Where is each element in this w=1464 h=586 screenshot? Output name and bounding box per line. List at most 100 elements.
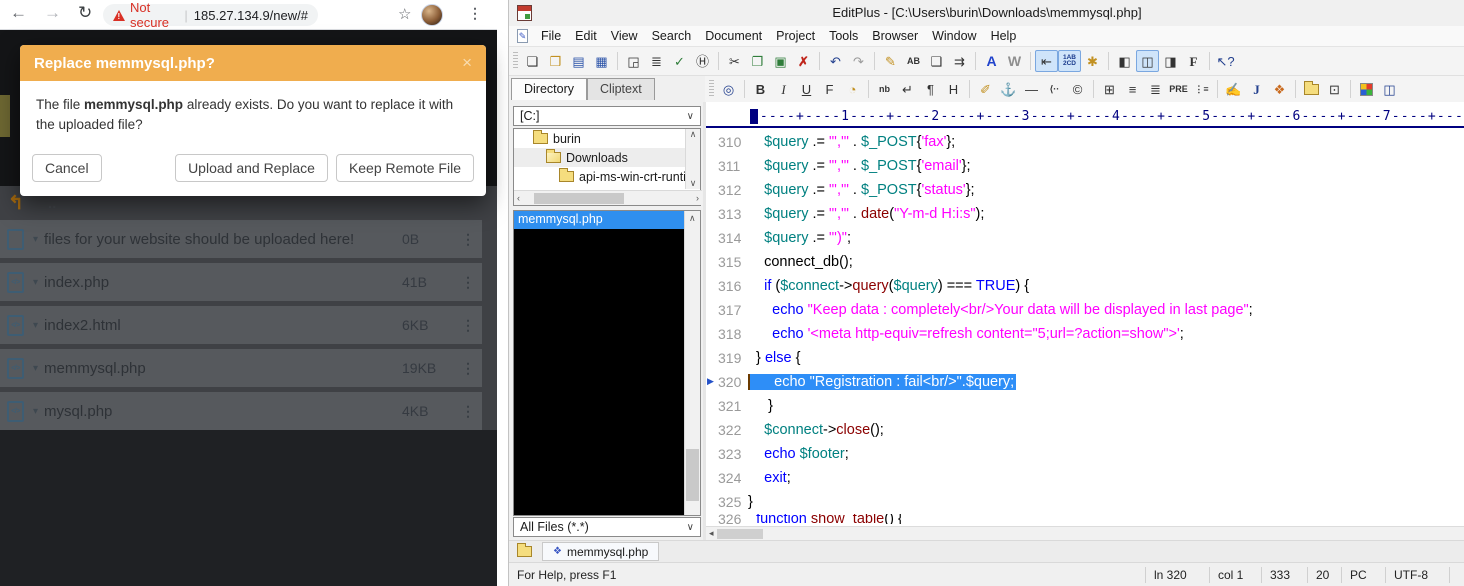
code-line-323[interactable]: 323 echo $footer;: [706, 442, 1464, 466]
kebab-menu-icon[interactable]: ⋮: [454, 274, 482, 291]
document-tab[interactable]: ❖ memmysql.php: [542, 542, 659, 561]
indent-button[interactable]: ⇉: [948, 50, 971, 72]
menu-view[interactable]: View: [604, 29, 645, 43]
special-character-button[interactable]: ©: [1066, 78, 1089, 100]
undo-button[interactable]: ↶: [824, 50, 847, 72]
tree-item-downloads[interactable]: Downloads: [514, 148, 700, 167]
table-button[interactable]: ⊞: [1098, 78, 1121, 100]
spell-check-button[interactable]: ✓: [668, 50, 691, 72]
keep-remote-file-button[interactable]: Keep Remote File: [336, 154, 474, 182]
copy-button[interactable]: ❐: [746, 50, 769, 72]
horizontal-rule-button[interactable]: —: [1020, 78, 1043, 100]
scrollbar-thumb[interactable]: [686, 449, 699, 501]
preformatted-button[interactable]: PRE: [1167, 78, 1190, 100]
code-line-318[interactable]: 318 echo '<meta http-equiv=refresh conte…: [706, 322, 1464, 346]
folder-shortcut-button[interactable]: [1300, 78, 1323, 100]
dialog-close-icon[interactable]: ×: [462, 53, 472, 73]
browser-colors-button[interactable]: [1355, 78, 1378, 100]
file-row[interactable]: </>▾index2.html6KB⋮: [0, 306, 482, 344]
code-line-316[interactable]: 316 if ($connect->query($query) === TRUE…: [706, 274, 1464, 298]
redo-button[interactable]: ↷: [847, 50, 870, 72]
caret-down-icon[interactable]: ▾: [33, 234, 38, 245]
heading-button[interactable]: H: [942, 78, 965, 100]
code-line-311[interactable]: 311 $query .= "','" . $_POST{'email'};: [706, 154, 1464, 178]
full-screen-view-button[interactable]: ◧: [1113, 50, 1136, 72]
tree-item-burin[interactable]: burin: [514, 129, 700, 148]
code-line-314[interactable]: 314 $query .= "')";: [706, 226, 1464, 250]
cut-button[interactable]: ✂: [723, 50, 746, 72]
code-area[interactable]: 310 $query .= "','" . $_POST{'fax'};311 …: [706, 130, 1464, 524]
profile-avatar[interactable]: [421, 4, 443, 26]
bookmark-star-icon[interactable]: ☆: [398, 5, 411, 23]
address-bar[interactable]: ! Not secure | 185.27.134.9/new/#: [103, 4, 318, 26]
browser-preview-button[interactable]: ◎: [717, 78, 740, 100]
chrome-menu-icon[interactable]: ⋮: [468, 5, 482, 22]
tag-button[interactable]: ⟨··: [1043, 78, 1066, 100]
tree-vertical-scrollbar[interactable]: ∧∨: [685, 129, 700, 189]
code-line-315[interactable]: 315 connect_db();: [706, 250, 1464, 274]
tree-item-api-ms-win-crt-runtim[interactable]: api-ms-win-crt-runtim: [514, 167, 700, 186]
line-break-button[interactable]: ↵: [896, 78, 919, 100]
file-list-scrollbar[interactable]: ∧: [684, 211, 700, 515]
menu-edit[interactable]: Edit: [568, 29, 604, 43]
new-document-button[interactable]: ❏: [521, 50, 544, 72]
sort-button[interactable]: AB: [902, 50, 925, 72]
tab-cliptext[interactable]: Cliptext: [587, 78, 655, 100]
function-list-button[interactable]: F: [1182, 50, 1205, 72]
code-line-312[interactable]: 312 $query .= "','" . $_POST{'status'};: [706, 178, 1464, 202]
tree-horizontal-scrollbar[interactable]: ‹›: [514, 190, 702, 205]
print-preview-button[interactable]: ◲: [622, 50, 645, 72]
file-row[interactable]: </>▾memmysql.php19KB⋮: [0, 349, 482, 387]
menu-document[interactable]: Document: [698, 29, 769, 43]
back-button[interactable]: ←: [10, 3, 27, 23]
list-button[interactable]: ⋮≡: [1190, 78, 1213, 100]
caret-down-icon[interactable]: ▾: [33, 320, 38, 331]
print-button[interactable]: ≣: [645, 50, 668, 72]
paragraph-button[interactable]: ¶: [919, 78, 942, 100]
selected-file-item[interactable]: memmysql.php: [514, 211, 685, 229]
context-help-button[interactable]: ↖?: [1214, 50, 1237, 72]
caret-down-icon[interactable]: ▾: [33, 363, 38, 374]
code-line-317[interactable]: 317 echo "Keep data : completely<br/>You…: [706, 298, 1464, 322]
code-line-324[interactable]: 324 exit;: [706, 466, 1464, 490]
font-tag-button[interactable]: F: [818, 78, 841, 100]
menu-search[interactable]: Search: [645, 29, 699, 43]
menu-browser[interactable]: Browser: [865, 29, 925, 43]
underline-button[interactable]: U: [795, 78, 818, 100]
code-line-326[interactable]: 326 function show_table() {: [706, 514, 1464, 524]
drive-selector[interactable]: [C:] ∨: [513, 106, 701, 126]
file-row[interactable]: ▾files for your website should be upload…: [0, 220, 482, 258]
menu-file[interactable]: File: [534, 29, 568, 43]
scrollbar-thumb[interactable]: [717, 529, 763, 539]
html-toolbar-toggle-button[interactable]: Ⓗ: [691, 50, 714, 72]
save-file-button[interactable]: ▤: [567, 50, 590, 72]
code-line-320[interactable]: ▶320 echo "Registration : fail<br/>".$qu…: [706, 370, 1464, 394]
open-file-button[interactable]: ❒: [544, 50, 567, 72]
script-button[interactable]: ✍: [1222, 78, 1245, 100]
non-breaking-space-button[interactable]: nb: [873, 78, 896, 100]
kebab-menu-icon[interactable]: ⋮: [454, 231, 482, 248]
code-line-322[interactable]: 322 $connect->close();: [706, 418, 1464, 442]
frame-button[interactable]: ◫: [1378, 78, 1401, 100]
paste-button[interactable]: ▣: [769, 50, 792, 72]
forward-button[interactable]: →: [44, 3, 61, 23]
caret-down-icon[interactable]: ▾: [33, 277, 38, 288]
cliptext-window-toggle-button[interactable]: ◨: [1159, 50, 1182, 72]
kebab-menu-icon[interactable]: ⋮: [454, 360, 482, 377]
menu-help[interactable]: Help: [984, 29, 1024, 43]
tab-directory[interactable]: Directory: [511, 78, 587, 100]
marker-button[interactable]: ✎: [879, 50, 902, 72]
cancel-button[interactable]: Cancel: [32, 154, 102, 182]
bold-button[interactable]: B: [749, 78, 772, 100]
directory-window-toggle-button[interactable]: ◫: [1136, 50, 1159, 72]
timestamp-button[interactable]: ◔: [841, 78, 864, 100]
kebab-menu-icon[interactable]: ⋮: [454, 317, 482, 334]
object-button[interactable]: ❖: [1268, 78, 1291, 100]
java-applet-button[interactable]: J: [1245, 78, 1268, 100]
word-wrap-button[interactable]: W: [1003, 50, 1026, 72]
preferences-button[interactable]: ✱: [1081, 50, 1104, 72]
code-line-310[interactable]: 310 $query .= "','" . $_POST{'fax'};: [706, 130, 1464, 154]
caret-down-icon[interactable]: ▾: [33, 406, 38, 417]
menu-window[interactable]: Window: [925, 29, 983, 43]
file-filter-selector[interactable]: All Files (*.*) ∨: [513, 517, 701, 537]
